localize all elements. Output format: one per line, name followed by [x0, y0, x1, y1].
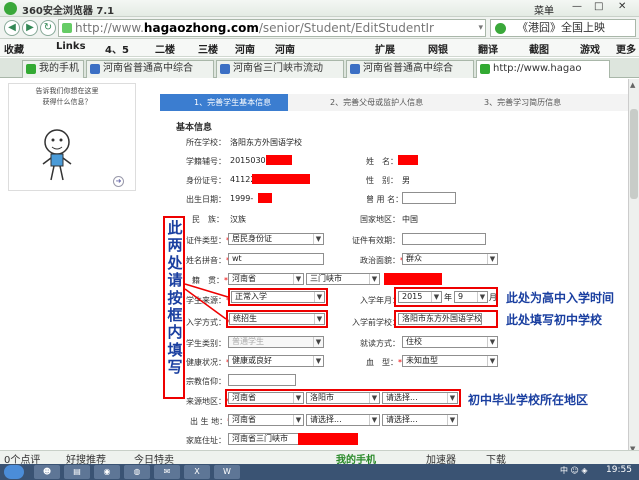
tab-hagaozhong[interactable]: http://www.hagao: [476, 60, 610, 78]
scroll-up-icon[interactable]: ▲: [630, 81, 635, 89]
forward-icon[interactable]: ▶: [22, 20, 38, 36]
back-icon[interactable]: ◀: [4, 20, 20, 36]
taskbar-app-icon[interactable]: ◍: [124, 465, 150, 479]
taskbar-app-icon[interactable]: ✉: [154, 465, 180, 479]
url-path: /senior/Student/EditStudentIr: [258, 21, 434, 35]
favorites-bar: 收藏 Links 4、5 二楼 三楼 河南 河南 扩展 网银 翻译 截图 游戏 …: [0, 39, 639, 57]
taskbar-app-icon[interactable]: W: [214, 465, 240, 479]
search-engine-icon: [495, 23, 506, 34]
url-domain: hagaozhong.com: [143, 21, 259, 35]
taskbar-app-icon[interactable]: ◉: [94, 465, 120, 479]
browser-logo-icon: [4, 2, 17, 15]
browser-window: 360安全浏览器 7.1 菜单 — □ ✕ ◀ ▶ ↻ http://www.h…: [0, 0, 639, 480]
taskbar-app-icon[interactable]: ▤: [64, 465, 90, 479]
favorites-item[interactable]: 河南: [275, 41, 295, 56]
search-input[interactable]: 《港囧》全国上映: [490, 19, 636, 37]
favorites-item[interactable]: 扩展: [375, 41, 395, 56]
tab-henan-2[interactable]: 河南省普通高中综合: [346, 60, 474, 78]
title-bar: 360安全浏览器 7.1 菜单 — □ ✕: [0, 0, 639, 17]
tab-sanmenxia[interactable]: 河南省三门峡市流动: [216, 60, 344, 78]
tab-my-phone[interactable]: 我的手机: [22, 60, 84, 78]
refresh-icon[interactable]: ↻: [40, 20, 56, 36]
menu-button[interactable]: 菜单: [534, 2, 554, 17]
favorites-item[interactable]: 收藏: [4, 41, 24, 56]
phone-icon: [26, 64, 36, 74]
search-text: 《港囧》全国上映: [517, 21, 605, 34]
page-content: 告诉我们你想在这里获得什么信息？ ➜ 1、完善学生基本信息 2、完善父母或监护人…: [0, 79, 628, 459]
tab-label: http://www.hagao: [493, 63, 582, 74]
tab-label: 河南省普通高中综合: [103, 63, 193, 74]
favorites-item[interactable]: 二楼: [155, 41, 175, 56]
favorites-item[interactable]: 翻译: [478, 41, 498, 56]
page-icon: [350, 64, 360, 74]
taskbar: ☻ ▤ ◉ ◍ ✉ X W 中 ☺ ◈ 19:55: [0, 464, 639, 480]
system-tray: 中 ☺ ◈: [560, 466, 588, 475]
favorites-item[interactable]: 河南: [235, 41, 255, 56]
start-icon[interactable]: [4, 465, 24, 479]
favorites-item[interactable]: 网银: [428, 41, 448, 56]
taskbar-app-icon[interactable]: X: [184, 465, 210, 479]
favorites-item[interactable]: 游戏: [580, 41, 600, 56]
tab-henan-1[interactable]: 河南省普通高中综合: [86, 60, 214, 78]
taskbar-app-icon[interactable]: ☻: [34, 465, 60, 479]
url-scheme: http://www.: [75, 21, 144, 35]
favorites-item[interactable]: 截图: [529, 41, 549, 56]
minimize-icon[interactable]: —: [572, 1, 582, 12]
vertical-scrollbar[interactable]: ▲ ▼: [628, 79, 639, 459]
site-icon: [62, 23, 72, 33]
url-input[interactable]: http://www.hagaozhong.com/senior/Student…: [58, 19, 486, 37]
tab-label: 河南省普通高中综合: [363, 63, 453, 74]
annotation-arrows: [184, 283, 229, 320]
tab-label: 河南省三门峡市流动: [233, 63, 323, 74]
maximize-icon[interactable]: □: [594, 1, 603, 12]
close-icon[interactable]: ✕: [618, 1, 626, 12]
tab-label: 我的手机: [39, 63, 79, 74]
scroll-thumb[interactable]: [630, 109, 638, 199]
tab-bar: 我的手机 河南省普通高中综合 河南省三门峡市流动 河南省普通高中综合 http:…: [0, 58, 639, 78]
url-dropdown-icon[interactable]: ▾: [478, 20, 483, 36]
favorites-item[interactable]: 三楼: [198, 41, 218, 56]
address-bar: ◀ ▶ ↻ http://www.hagaozhong.com/senior/S…: [0, 17, 639, 39]
favorites-item[interactable]: 更多: [616, 41, 636, 56]
favorites-item[interactable]: 4、5: [105, 41, 129, 56]
favorites-item[interactable]: Links: [56, 41, 86, 52]
page-icon: [90, 64, 100, 74]
window-title: 360安全浏览器 7.1: [22, 6, 115, 17]
status-bar: 0个点评 好搜推荐 今日特卖 我的手机 加速器 下载: [0, 450, 639, 466]
page-icon: [480, 64, 490, 74]
clock: 19:55: [606, 465, 632, 475]
page-icon: [220, 64, 230, 74]
